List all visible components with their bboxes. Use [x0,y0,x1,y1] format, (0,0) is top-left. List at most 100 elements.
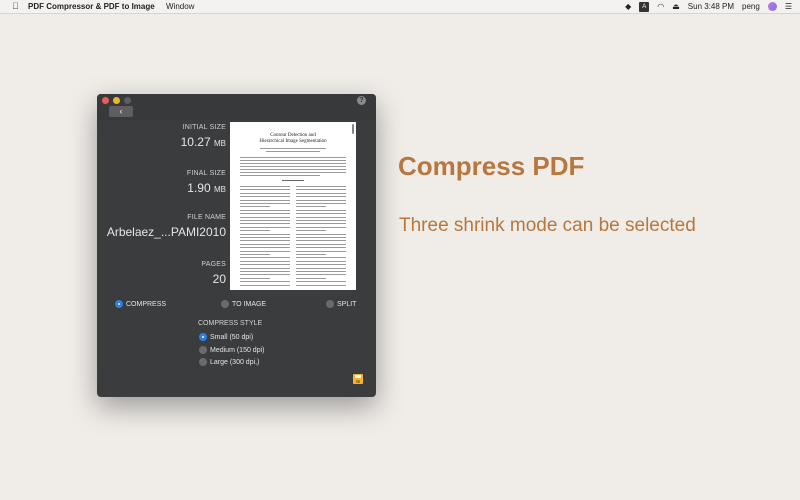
preview-text-line [240,243,290,245]
preview-text-line [240,240,290,242]
preview-text-line [240,250,290,252]
preview-text-line [296,267,346,269]
siri-icon[interactable] [767,2,777,11]
zoom-button[interactable] [124,97,131,104]
promo-subline: Three shrink mode can be selected [399,215,696,236]
preview-text-line [240,166,346,167]
preview-text-line [240,264,290,266]
style-medium-radio[interactable]: Medium (150 dpi) [199,346,264,354]
mode-compress-radio[interactable]: COMPRESS [115,300,166,308]
radio-dot [221,300,229,308]
preview-text-line [296,199,346,201]
menu-bar:  PDF Compressor & PDF to Image Window ◆… [0,0,800,14]
preview-text-line [240,192,290,194]
preview-text-line [240,223,290,225]
preview-text-line [296,254,326,255]
preview-text-line [240,189,290,191]
preview-text-line [296,206,326,208]
radio-dot [199,346,207,354]
radio-dot [326,300,334,308]
app-name-menu[interactable]: PDF Compressor & PDF to Image [28,2,155,11]
preview-text-line [266,151,320,152]
preview-text-line [296,203,346,204]
title-bar [97,94,376,120]
style-large-radio[interactable]: Large (300 dpi,) [199,358,259,366]
pdf-preview[interactable]: Contour Detection and Hierarchical Image… [230,122,356,290]
preview-text-line [240,175,320,176]
wifi-icon[interactable]: ◠ [657,1,664,12]
preview-text-line [296,257,346,259]
preview-text-line [240,260,290,262]
preview-text-line [240,160,346,161]
preview-text-line [240,199,290,201]
preview-text-line [240,267,290,269]
preview-text-line [296,277,326,279]
help-button[interactable]: ? [357,96,366,105]
window-menu[interactable]: Window [166,2,194,11]
back-button[interactable]: ‹ [109,106,133,117]
preview-text-line [240,233,290,235]
status-area: ◆ A ◠ ⏏ Sun 3:48 PM peng ☰ [625,1,792,12]
style-small-radio[interactable]: Small (50 dpi) [199,333,253,341]
preview-text-line [296,209,346,211]
style-medium-label: Medium (150 dpi) [210,346,265,354]
initial-size-unit: MB [214,139,226,148]
pages-label: PAGES [201,261,226,268]
mode-to-image-radio[interactable]: TO IMAGE [221,300,266,308]
preview-text-line [240,237,290,238]
final-size-label: FINAL SIZE [186,170,226,177]
preview-text-line [296,284,346,286]
preview-text-line [296,216,346,218]
save-icon[interactable] [353,374,363,384]
preview-text-line [296,220,346,221]
clock[interactable]: Sun 3:48 PM [688,1,734,12]
preview-text-line [240,220,290,221]
preview-text-line [296,233,346,235]
preview-text-line [240,203,290,204]
droplet-icon[interactable]: ◆ [625,1,631,12]
preview-text-line [240,213,290,215]
initial-size-block: INITIAL SIZE 10.27 MB [181,124,226,149]
preview-text-line [282,180,304,181]
promo-headline: Compress PDF [398,151,585,181]
preview-text-line [296,264,346,266]
preview-text-line [296,240,346,242]
preview-text-line [240,163,346,164]
pages-block: PAGES 20 [201,261,226,286]
preview-text-line [240,226,290,228]
notification-center-icon[interactable]: ☰ [785,1,792,12]
preview-text-line [240,157,346,158]
style-small-label: Small (50 dpi) [210,333,254,341]
eject-icon[interactable]: ⏏ [672,1,680,12]
preview-text-line [240,186,290,187]
close-button[interactable] [102,97,109,104]
preview-text-line [240,254,270,255]
input-source-icon[interactable]: A [639,1,650,12]
preview-text-line [296,192,346,194]
preview-text-line [296,237,346,238]
preview-text-line [240,169,346,170]
mode-to-image-label: TO IMAGE [232,300,267,308]
preview-text-line [296,223,346,225]
preview-text-line [240,172,346,173]
preview-text-line [240,277,270,279]
apple-menu-icon[interactable]:  [12,1,19,11]
preview-text-line [296,281,346,283]
preview-text-line [240,247,290,249]
preview-text-line [296,189,346,191]
style-large-label: Large (300 dpi,) [210,358,260,366]
preview-text-line [296,226,346,228]
preview-text-line [240,284,290,286]
mode-split-radio[interactable]: SPLIT [326,300,356,308]
preview-text-line [296,186,346,187]
preview-text-line [240,257,290,259]
minimize-button[interactable] [113,97,120,104]
preview-text-line [296,274,346,276]
user-menu[interactable]: peng [742,1,760,12]
preview-text-line [240,230,270,232]
preview-text-line [296,247,346,249]
preview-title-line1: Contour Detection and [270,133,316,138]
preview-text-line [296,213,346,215]
file-name-value: Arbelaez_...PAMI2010 [106,225,226,239]
mode-compress-label: COMPRESS [126,300,167,308]
